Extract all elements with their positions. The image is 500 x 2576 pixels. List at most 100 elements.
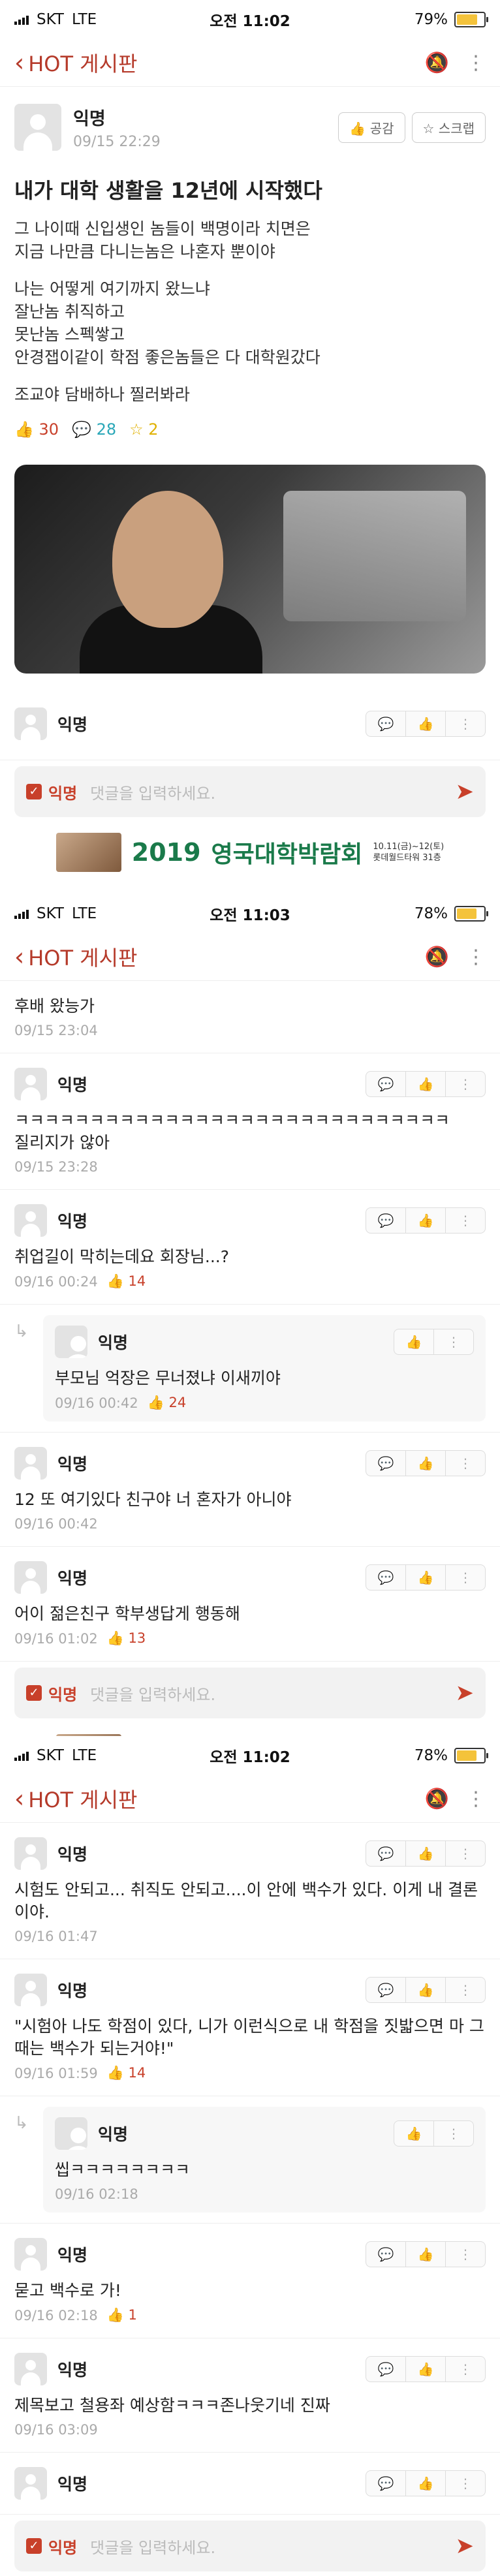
- post-title: 내가 대학 생활을 12년에 시작했다: [14, 178, 322, 203]
- avatar: [14, 104, 61, 151]
- more-vertical-icon[interactable]: ⋮: [434, 1329, 473, 1354]
- more-vertical-icon[interactable]: ⋮: [466, 1788, 486, 1810]
- avatar: [14, 707, 47, 740]
- more-vertical-icon[interactable]: ⋮: [446, 711, 485, 736]
- more-vertical-icon[interactable]: ⋮: [446, 2242, 485, 2267]
- send-icon[interactable]: ➤: [456, 1680, 475, 1706]
- ad-banner[interactable]: 2019 영국대학박람회 10.11(금)~12(토)롯데월드타워 31층: [0, 823, 500, 882]
- like-button[interactable]: 👍 공감: [338, 112, 405, 143]
- reply-icon[interactable]: 💬: [366, 2357, 406, 2382]
- avatar: [14, 1974, 47, 2006]
- ad-banner[interactable]: 2019 영국대학박람회 10.11(금)~12(토)롯데월드타워 31층: [0, 1724, 500, 1736]
- comment-actions: 👍 ⋮: [394, 1329, 474, 1355]
- reply-icon[interactable]: 💬: [366, 1451, 406, 1476]
- comment-input-bar: ✓ 익명 댓글을 입력하세요. ➤: [0, 760, 500, 823]
- comment-count-value: 28: [96, 420, 117, 439]
- reply-icon[interactable]: 💬: [366, 711, 406, 736]
- signal-icon: [14, 1750, 29, 1761]
- more-vertical-icon[interactable]: ⋮: [446, 1565, 485, 1590]
- comment-author: 익명: [98, 2125, 129, 2144]
- comment-date: 09/15 23:28: [14, 1159, 98, 1175]
- comment-author: 익명: [57, 1076, 88, 1094]
- more-vertical-icon[interactable]: ⋮: [446, 1208, 485, 1233]
- comment: 익명 💬 👍 ⋮: [0, 693, 500, 760]
- thumbs-up-icon[interactable]: 👍: [406, 1072, 446, 1096]
- clock: 오전 11:02: [210, 1749, 290, 1766]
- comment-input[interactable]: 댓글을 입력하세요.: [90, 2535, 455, 2558]
- thumbs-up-icon[interactable]: 👍: [406, 1565, 446, 1590]
- status-bar: SKT LTE 오전 11:02 78%: [0, 1736, 500, 1775]
- comment-like-count: 1: [128, 2307, 137, 2323]
- avatar: [14, 1561, 47, 1594]
- comment-input-bar: ✓ 익명 댓글을 입력하세요. ➤: [0, 2515, 500, 2576]
- reply-icon[interactable]: 💬: [366, 1208, 406, 1233]
- signal-icon: [14, 14, 29, 25]
- more-vertical-icon[interactable]: ⋮: [446, 1451, 485, 1476]
- more-vertical-icon[interactable]: ⋮: [446, 2471, 485, 2496]
- comment-actions: 💬 👍 ⋮: [366, 1840, 486, 1867]
- avatar: [14, 1204, 47, 1237]
- bell-icon[interactable]: 🔕: [425, 52, 449, 74]
- reply-arrow-icon: ↳: [14, 2113, 29, 2133]
- comment-input[interactable]: 댓글을 입력하세요.: [90, 1682, 455, 1705]
- banner-year: 2019: [131, 838, 201, 867]
- reply-icon[interactable]: 💬: [366, 2471, 406, 2496]
- thumbs-up-icon[interactable]: 👍: [394, 2121, 434, 2146]
- thumbs-up-icon[interactable]: 👍: [406, 1208, 446, 1233]
- thumbs-up-icon[interactable]: 👍: [406, 1978, 446, 2002]
- comment-text: 취업길이 막히는데요 회장님...?: [14, 1247, 230, 1266]
- more-vertical-icon[interactable]: ⋮: [446, 2357, 485, 2382]
- status-bar: SKT LTE 오전 11:03 78%: [0, 894, 500, 933]
- comment: 익명 💬 👍 ⋮ "시험아 나도 학점이 있다, 니가 이런식으로 내 학점을 짓밟…: [0, 1959, 500, 2096]
- comment-date: 09/16 02:18: [14, 2307, 98, 2323]
- comment-like-count: 14: [128, 2065, 146, 2081]
- send-icon[interactable]: ➤: [456, 2533, 475, 2559]
- anonymous-checkbox[interactable]: ✓: [26, 784, 42, 799]
- comment-date: 09/16 01:02: [14, 1630, 98, 1647]
- thumbs-up-icon[interactable]: 👍: [406, 711, 446, 736]
- clock: 오전 11:02: [210, 13, 290, 30]
- signal-icon: [14, 908, 29, 919]
- network: LTE: [71, 905, 97, 922]
- avatar: [14, 2467, 47, 2500]
- thumbs-up-icon[interactable]: 👍: [406, 2471, 446, 2496]
- send-icon[interactable]: ➤: [456, 779, 475, 805]
- thumbs-up-icon[interactable]: 👍: [406, 1451, 446, 1476]
- comment-author: 익명: [57, 1845, 88, 1864]
- anonymous-checkbox[interactable]: ✓: [26, 2538, 42, 2554]
- scrap-count: ☆ 2: [129, 420, 159, 439]
- more-vertical-icon[interactable]: ⋮: [446, 1978, 485, 2002]
- chevron-left-icon[interactable]: ‹: [14, 942, 24, 971]
- more-vertical-icon[interactable]: ⋮: [446, 1841, 485, 1866]
- bell-icon[interactable]: 🔕: [425, 1788, 449, 1810]
- anonymous-checkbox[interactable]: ✓: [26, 1685, 42, 1701]
- comment: 익명 💬 👍 ⋮: [0, 2453, 500, 2515]
- thumbs-up-icon[interactable]: 👍: [406, 2357, 446, 2382]
- reply-icon[interactable]: 💬: [366, 1072, 406, 1096]
- chevron-left-icon[interactable]: ‹: [14, 1784, 24, 1813]
- thumbs-up-icon[interactable]: 👍: [406, 2242, 446, 2267]
- reply-icon[interactable]: 💬: [366, 2242, 406, 2267]
- comment-likes: 👍 14: [106, 1273, 146, 1289]
- scrap-button[interactable]: ☆ 스크랩: [411, 112, 486, 143]
- chevron-left-icon[interactable]: ‹: [14, 48, 24, 77]
- post-photo[interactable]: [14, 465, 486, 674]
- comment: 익명 💬 👍 ⋮ 제목보고 철용좌 예상함ㅋㅋㅋ존나웃기네 진짜 09/16 03:…: [0, 2338, 500, 2453]
- more-vertical-icon[interactable]: ⋮: [434, 2121, 473, 2146]
- comment-input[interactable]: 댓글을 입력하세요.: [90, 781, 455, 803]
- reply-icon[interactable]: 💬: [366, 1565, 406, 1590]
- comment-actions: 👍 ⋮: [394, 2120, 474, 2147]
- clock: 오전 11:03: [210, 907, 290, 924]
- comment-likes: 👍 13: [106, 1630, 146, 1646]
- reply-icon[interactable]: 💬: [366, 1978, 406, 2002]
- thumbs-up-icon[interactable]: 👍: [406, 1841, 446, 1866]
- thumbs-up-icon[interactable]: 👍: [394, 1329, 434, 1354]
- avatar: [14, 1837, 47, 1870]
- more-vertical-icon[interactable]: ⋮: [466, 946, 486, 969]
- comment-date: 09/15 23:04: [14, 1023, 98, 1038]
- more-vertical-icon[interactable]: ⋮: [466, 52, 486, 74]
- bell-icon[interactable]: 🔕: [425, 946, 449, 969]
- comment: 익명 💬 👍 ⋮ 취업길이 막히는데요 회장님...? 09/16 00:24 👍 1…: [0, 1190, 500, 1305]
- reply-icon[interactable]: 💬: [366, 1841, 406, 1866]
- more-vertical-icon[interactable]: ⋮: [446, 1072, 485, 1096]
